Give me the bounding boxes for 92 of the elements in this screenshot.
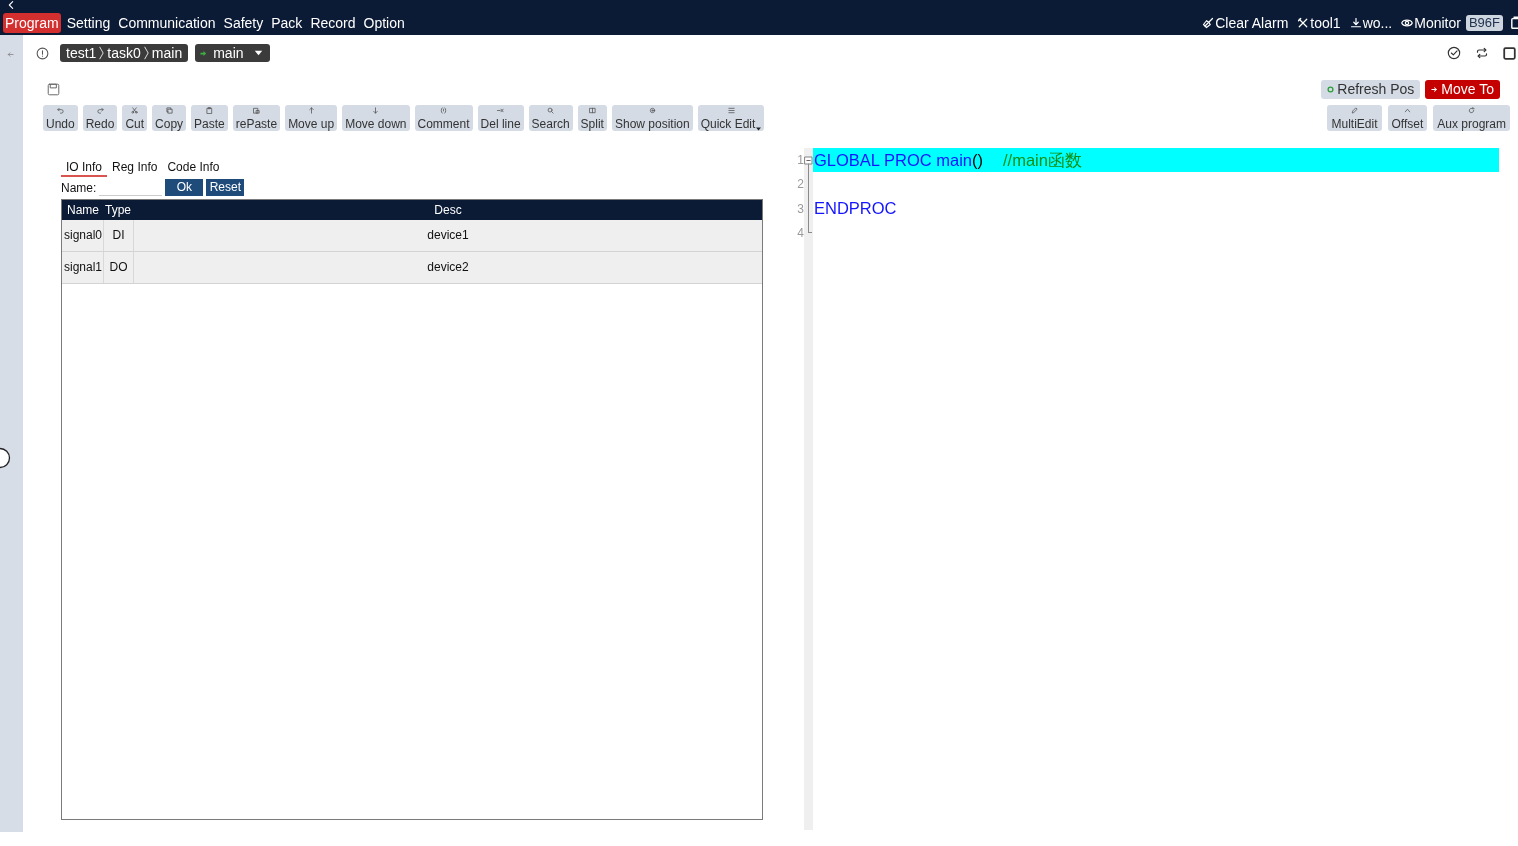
exclamation-circle-icon: [36, 46, 49, 60]
toolbar-button[interactable]: Quick Edit: [697, 105, 765, 131]
toolbar-button[interactable]: Comment: [414, 105, 473, 131]
toolbar-button[interactable]: Move up: [285, 105, 338, 131]
toolbar-button[interactable]: Undo: [43, 105, 78, 131]
separator-chevron-icon: [143, 44, 149, 62]
toolbar-button[interactable]: Copy: [152, 105, 187, 131]
toolbar-button[interactable]: rePaste: [232, 105, 281, 131]
save-icon[interactable]: [47, 82, 60, 96]
chevron-left-icon[interactable]: [8, 1, 14, 9]
toolbar-button[interactable]: Move down: [342, 105, 410, 131]
panel-tab[interactable]: Code Info: [162, 158, 225, 177]
toolbar-button[interactable]: Split: [577, 105, 607, 131]
header-action[interactable]: wo...: [1349, 14, 1393, 32]
action-button[interactable]: Move To: [1425, 79, 1500, 99]
field-label: Name:: [61, 179, 97, 197]
download-icon: [1349, 17, 1362, 29]
toolbar-button[interactable]: Cut: [122, 105, 148, 131]
menu-tab[interactable]: Pack: [269, 13, 305, 33]
scissors-icon: [131, 107, 139, 114]
target-icon: [648, 107, 656, 114]
redo-icon: [96, 107, 104, 114]
toolbar-button[interactable]: Offset: [1387, 105, 1428, 131]
column-header: Name: [66, 202, 100, 219]
check-circle-icon[interactable]: [1447, 46, 1461, 60]
column-header: Desc: [433, 202, 463, 219]
tools-icon: [1297, 17, 1310, 29]
filter-button[interactable]: Reset: [206, 179, 245, 196]
toolbar-button[interactable]: Del line: [477, 105, 524, 131]
breadcrumb-item[interactable]: test1: [65, 44, 98, 62]
caret-up-icon: [1403, 107, 1411, 114]
table-cell: DI: [104, 220, 134, 251]
list-icon: [727, 107, 735, 114]
table-cell: signal0: [62, 220, 104, 251]
table-cell: DO: [104, 252, 134, 283]
procedure-dropdown[interactable]: main: [195, 44, 270, 62]
pencil-icon: [1351, 107, 1358, 114]
toolbar-button[interactable]: Aux program: [1433, 105, 1510, 131]
header-action[interactable]: Clear Alarm: [1202, 14, 1289, 32]
arrow-up-icon: [307, 107, 315, 114]
eye-icon: [1401, 17, 1414, 29]
menu-tab[interactable]: Option: [361, 13, 407, 33]
line-number: 2: [796, 176, 804, 194]
refresh-icon: [1468, 107, 1476, 114]
caret-down-icon: [253, 50, 263, 56]
panel-tab[interactable]: IO Info: [61, 158, 108, 177]
table-cell: signal1: [62, 252, 104, 283]
breadcrumb-item[interactable]: main: [150, 44, 184, 62]
ring-icon: [1327, 85, 1335, 93]
toolbar-button[interactable]: MultiEdit: [1327, 105, 1382, 131]
parentheses-icon: [440, 107, 448, 114]
breadcrumb-item[interactable]: task0: [106, 44, 142, 62]
document-icon[interactable]: [1510, 16, 1518, 30]
caret-down-icon: [756, 127, 762, 131]
broom-icon: [1202, 17, 1215, 29]
code-line: ENDPROC: [814, 199, 897, 218]
header-action[interactable]: tool1: [1297, 14, 1341, 32]
column-header: Type: [104, 202, 132, 219]
menu-tab[interactable]: Safety: [221, 13, 266, 33]
table-cell-text: device2: [426, 259, 470, 276]
status-badge: B96F: [1465, 15, 1503, 31]
menu-tab[interactable]: Record: [308, 13, 358, 33]
panel-tab[interactable]: Reg Info: [107, 158, 163, 177]
menu-tab[interactable]: Setting: [64, 13, 113, 33]
action-button[interactable]: Refresh Pos: [1321, 79, 1421, 99]
filter-button[interactable]: Ok: [165, 179, 204, 196]
line-number: 3: [796, 200, 804, 218]
header-action[interactable]: Monitor: [1401, 14, 1461, 32]
line-number: 4: [796, 225, 804, 243]
arrow-right-icon: [1431, 85, 1439, 93]
code-line: GLOBAL PROC main() //main函数: [814, 151, 1082, 169]
table-cell-text: device1: [426, 227, 470, 244]
drawer-handle[interactable]: [0, 447, 11, 469]
arrow-right-icon: [200, 49, 208, 57]
toolbar-button[interactable]: Paste: [191, 105, 228, 131]
undo-icon: [56, 107, 64, 114]
separator-chevron-icon: [99, 44, 105, 62]
toolbar-button[interactable]: Show position: [611, 105, 693, 131]
toolbar-button[interactable]: Search: [528, 105, 573, 131]
columns-icon: [588, 107, 596, 114]
menu-tab[interactable]: Program: [3, 13, 61, 33]
copy-icon: [165, 107, 173, 114]
line-number: 1: [796, 152, 804, 169]
toolbar-button[interactable]: Redo: [82, 105, 118, 131]
search-icon: [547, 107, 555, 114]
repeat-icon[interactable]: [1475, 47, 1489, 59]
maximize-icon[interactable]: [1503, 46, 1516, 60]
line-cross-icon: [497, 107, 505, 114]
arrow-down-icon: [372, 107, 380, 114]
menu-tab[interactable]: Communication: [116, 13, 218, 33]
clipboard-icon: [252, 107, 260, 114]
clipboard-icon: [205, 107, 213, 114]
